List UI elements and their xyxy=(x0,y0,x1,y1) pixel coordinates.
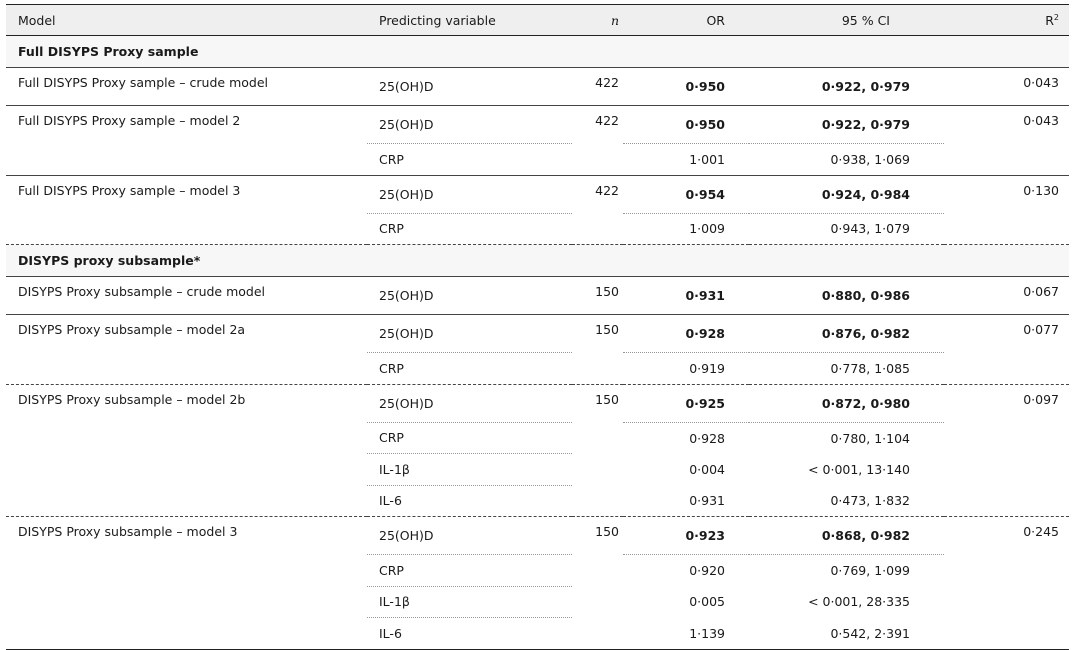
table-row: DISYPS Proxy subsample – crude model 25(… xyxy=(6,275,1069,315)
header-ci: 95 % CI xyxy=(749,4,944,36)
r-squared: 0·043 xyxy=(944,105,1069,144)
r-squared: 0·245 xyxy=(944,516,1069,555)
model-name: Full DISYPS Proxy sample – model 2 xyxy=(6,105,367,144)
model-name: DISYPS Proxy subsample – crude model xyxy=(6,275,367,315)
predicting-variable: 25(OH)D xyxy=(367,314,572,353)
confidence-interval: 0·542, 2·391 xyxy=(749,617,944,650)
table-row: CRP 0·919 0·778, 1·085 xyxy=(6,353,1069,385)
predicting-variable: 25(OH)D xyxy=(367,105,572,144)
odds-ratio: 0·928 xyxy=(689,430,725,446)
r-squared: 0·077 xyxy=(944,314,1069,353)
table-row: DISYPS Proxy subsample – model 2a 25(OH)… xyxy=(6,314,1069,353)
sample-size: 150 xyxy=(572,314,623,353)
predicting-variable: 25(OH)D xyxy=(367,66,572,106)
sample-size: 422 xyxy=(572,66,623,106)
predicting-variable: CRP xyxy=(379,221,404,237)
confidence-interval: 0·922, 0·979 xyxy=(749,66,944,106)
confidence-interval: 0·473, 1·832 xyxy=(830,493,910,508)
confidence-interval: 0·924, 0·984 xyxy=(749,174,944,214)
confidence-interval: 0·880, 0·986 xyxy=(749,275,944,315)
table-row: DISYPS Proxy subsample – model 2b 25(OH)… xyxy=(6,383,1069,423)
r-squared: 0·067 xyxy=(944,275,1069,315)
predicting-variable: CRP xyxy=(379,151,404,167)
odds-ratio: 0·923 xyxy=(623,516,749,555)
table-row: Full DISYPS Proxy sample – crude model 2… xyxy=(6,66,1069,106)
header-model: Model xyxy=(6,4,367,36)
confidence-interval: 0·872, 0·980 xyxy=(749,383,944,423)
sample-size: 150 xyxy=(572,516,623,555)
sample-size: 422 xyxy=(572,174,623,213)
sample-size: 150 xyxy=(572,275,623,315)
section-row: DISYPS proxy subsample* xyxy=(6,244,1069,276)
confidence-interval: 0·769, 1·099 xyxy=(830,563,910,578)
predicting-variable: 25(OH)D xyxy=(367,383,572,423)
confidence-interval: 0·876, 0·982 xyxy=(749,314,944,353)
predicting-variable: CRP xyxy=(367,554,572,587)
confidence-interval: 0·922, 0·979 xyxy=(749,105,944,144)
header-row: Model Predicting variable n OR 95 % CI R… xyxy=(6,4,1069,36)
r-squared: 0·130 xyxy=(944,174,1069,213)
odds-ratio: 0·950 xyxy=(623,105,749,144)
table-row: DISYPS Proxy subsample – model 3 25(OH)D… xyxy=(6,516,1069,555)
odds-ratio: 0·931 xyxy=(689,493,725,508)
predicting-variable: IL-6 xyxy=(379,493,402,509)
table-row: CRP 0·920 0·769, 1·099 xyxy=(6,554,1069,587)
header-predicting-variable: Predicting variable xyxy=(367,4,572,36)
table-row: IL-1β 0·005 < 0·001, 28·335 xyxy=(6,586,1069,618)
odds-ratio: 0·005 xyxy=(689,594,725,610)
predicting-variable: IL-1β xyxy=(367,586,572,618)
section-row: Full DISYPS Proxy sample xyxy=(6,35,1069,67)
confidence-interval: 0·780, 1·104 xyxy=(830,430,910,446)
header-r2: R2 xyxy=(944,4,1069,36)
predicting-variable: CRP xyxy=(379,360,404,376)
odds-ratio: 0·919 xyxy=(689,360,725,376)
r-squared: 0·097 xyxy=(944,383,1069,422)
model-name: DISYPS Proxy subsample – model 2a xyxy=(6,314,367,353)
predicting-variable: 25(OH)D xyxy=(367,275,572,315)
table-row: IL-6 0·931 0·473, 1·832 xyxy=(6,485,1069,517)
predicting-variable: IL-6 xyxy=(367,617,572,650)
predicting-variable: IL-1β xyxy=(367,453,572,486)
table-row: CRP 1·001 0·938, 1·069 xyxy=(6,144,1069,176)
odds-ratio: 0·931 xyxy=(623,275,749,315)
confidence-interval: 0·778, 1·085 xyxy=(830,360,910,376)
predicting-variable: 25(OH)D xyxy=(367,516,572,555)
confidence-interval: 0·868, 0·982 xyxy=(749,516,944,555)
header-or: OR xyxy=(623,4,749,36)
confidence-interval: < 0·001, 13·140 xyxy=(808,461,910,477)
regression-table: Model Predicting variable n OR 95 % CI R… xyxy=(6,4,1069,650)
odds-ratio: 0·920 xyxy=(689,563,725,578)
section-title: DISYPS proxy subsample* xyxy=(6,244,1069,276)
odds-ratio: 1·001 xyxy=(689,151,725,167)
odds-ratio: 0·950 xyxy=(623,66,749,106)
table-row: CRP 0·928 0·780, 1·104 xyxy=(6,422,1069,454)
table-row: Full DISYPS Proxy sample – model 3 25(OH… xyxy=(6,174,1069,214)
odds-ratio: 0·925 xyxy=(623,383,749,423)
odds-ratio: 0·004 xyxy=(689,461,725,477)
odds-ratio: 1·009 xyxy=(689,221,725,237)
model-name: DISYPS Proxy subsample – model 3 xyxy=(6,516,367,555)
model-name: Full DISYPS Proxy sample – crude model xyxy=(6,66,367,106)
model-name: DISYPS Proxy subsample – model 2b xyxy=(6,383,367,422)
table-row: CRP 1·009 0·943, 1·079 xyxy=(6,213,1069,245)
header-n: n xyxy=(572,4,623,36)
confidence-interval: < 0·001, 28·335 xyxy=(808,594,910,610)
r-squared: 0·043 xyxy=(944,66,1069,106)
section-title: Full DISYPS Proxy sample xyxy=(6,35,1069,67)
table-row: IL-6 1·139 0·542, 2·391 xyxy=(6,617,1069,650)
confidence-interval: 0·943, 1·079 xyxy=(830,221,910,237)
sample-size: 150 xyxy=(572,383,623,422)
odds-ratio: 1·139 xyxy=(623,617,749,650)
table-row: Full DISYPS Proxy sample – model 2 25(OH… xyxy=(6,105,1069,144)
confidence-interval: 0·938, 1·069 xyxy=(830,151,910,167)
table-row: IL-1β 0·004 < 0·001, 13·140 xyxy=(6,453,1069,486)
predicting-variable: 25(OH)D xyxy=(367,174,572,214)
predicting-variable: CRP xyxy=(367,422,572,454)
odds-ratio: 0·954 xyxy=(623,174,749,214)
odds-ratio: 0·928 xyxy=(623,314,749,353)
model-name: Full DISYPS Proxy sample – model 3 xyxy=(6,174,367,213)
sample-size: 422 xyxy=(572,105,623,144)
